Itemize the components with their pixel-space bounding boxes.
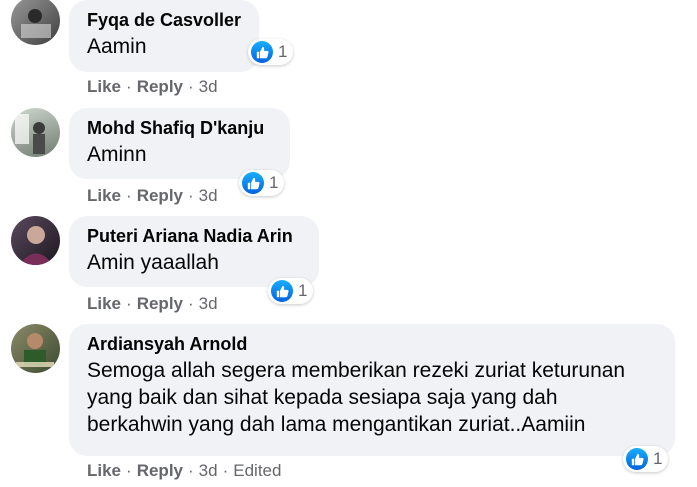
comment-actions: Like · Reply · 3d · Edited: [87, 461, 282, 480]
like-button[interactable]: Like: [87, 294, 121, 313]
avatar[interactable]: [11, 0, 60, 45]
edited-label[interactable]: Edited: [233, 461, 281, 480]
like-button[interactable]: Like: [87, 77, 121, 96]
like-thumb-icon: [251, 41, 273, 63]
reaction-summary[interactable]: 1: [268, 278, 314, 304]
comment-actions: Like · Reply · 3d: [87, 77, 218, 96]
reply-button[interactable]: Reply: [137, 461, 183, 480]
comment-text-line: yang baik dan sihat kepada sesiapa saja …: [87, 386, 558, 409]
comment-timestamp[interactable]: 3d: [199, 77, 218, 96]
comment-bubble: Puteri Ariana Nadia Arin Amin yaaallah: [69, 216, 319, 287]
comment-timestamp[interactable]: 3d: [199, 186, 218, 205]
reaction-count: 1: [653, 449, 663, 468]
reaction-summary[interactable]: 1: [623, 446, 669, 472]
comment-timestamp[interactable]: 3d: [199, 461, 218, 480]
comment-bubble: Fyqa de Casvoller Aamin: [69, 0, 259, 72]
like-thumb-icon: [626, 448, 648, 470]
comment-timestamp[interactable]: 3d: [199, 294, 218, 313]
like-button[interactable]: Like: [87, 186, 121, 205]
like-thumb-icon: [242, 172, 264, 194]
comment-actions: Like · Reply · 3d: [87, 294, 218, 313]
comment-text-line: Semoga allah segera memberikan rezeki zu…: [87, 359, 626, 382]
comment-text: Aamin: [87, 35, 147, 58]
comment-author[interactable]: Fyqa de Casvoller: [87, 9, 242, 31]
comment-author[interactable]: Mohd Shafiq D'kanju: [87, 117, 273, 139]
avatar[interactable]: [11, 324, 60, 373]
avatar[interactable]: [11, 108, 60, 157]
comment-text-line: berkahwin yang dah lama mengantikan zuri…: [87, 413, 586, 436]
comment-actions: Like · Reply · 3d: [87, 186, 218, 205]
reaction-summary[interactable]: 1: [239, 170, 285, 196]
comment-text: Aminn: [87, 143, 147, 166]
avatar[interactable]: [11, 216, 60, 265]
comment-author[interactable]: Puteri Ariana Nadia Arin: [87, 225, 302, 247]
reaction-count: 1: [278, 42, 288, 61]
comment-author[interactable]: Ardiansyah Arnold: [87, 333, 658, 355]
reply-button[interactable]: Reply: [137, 77, 183, 96]
comment-text: Amin yaaallah: [87, 251, 219, 274]
reaction-count: 1: [298, 281, 308, 300]
like-thumb-icon: [271, 280, 293, 302]
comment-bubble: Mohd Shafiq D'kanju Aminn: [69, 108, 290, 179]
reaction-summary[interactable]: 1: [248, 39, 294, 65]
comment-bubble: Ardiansyah Arnold Semoga allah segera me…: [69, 324, 675, 456]
reply-button[interactable]: Reply: [137, 294, 183, 313]
like-button[interactable]: Like: [87, 461, 121, 480]
comment-text: Semoga allah segera memberikan rezeki zu…: [87, 357, 658, 438]
reply-button[interactable]: Reply: [137, 186, 183, 205]
reaction-count: 1: [269, 173, 279, 192]
